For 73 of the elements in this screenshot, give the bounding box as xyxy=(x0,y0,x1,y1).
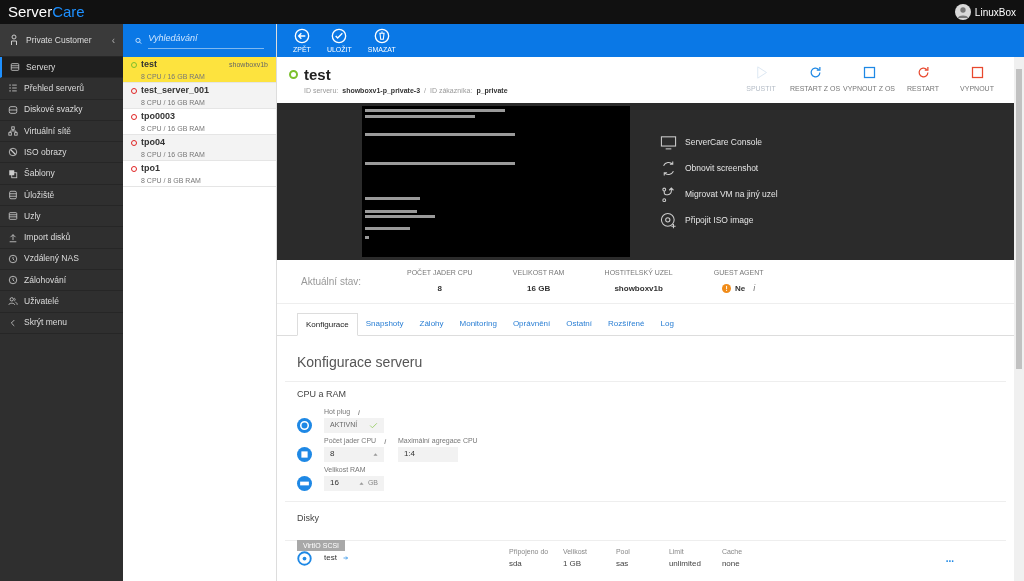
console-link[interactable]: Připojit ISO image xyxy=(660,212,778,229)
status-label: Aktuální stav: xyxy=(301,275,363,289)
tab[interactable]: Snapshoty xyxy=(357,312,412,335)
person-icon xyxy=(8,33,20,47)
number-field[interactable]: 8 xyxy=(324,446,384,462)
trash-icon xyxy=(373,27,390,44)
scrollbar[interactable] xyxy=(1014,57,1024,581)
server-icon xyxy=(8,211,18,222)
spinner-icon xyxy=(358,480,364,486)
warning-icon xyxy=(722,284,732,294)
column-value: sda xyxy=(508,557,523,570)
console-link[interactable]: Migrovat VM na jiný uzel xyxy=(660,186,778,203)
clock-icon xyxy=(8,275,18,286)
tab[interactable]: Oprávnění xyxy=(504,312,559,335)
info-icon[interactable]: i xyxy=(384,435,386,448)
tab[interactable]: Log xyxy=(652,312,682,335)
server-name: tpo0003 xyxy=(141,110,176,124)
search-field[interactable]: Vyhledávání xyxy=(148,32,264,49)
server-title: test xyxy=(304,64,331,85)
refresh-icon xyxy=(660,160,677,177)
user-name[interactable]: LinuxBox xyxy=(974,4,1016,20)
upload-icon xyxy=(8,232,18,243)
tab[interactable]: Monitoring xyxy=(451,312,505,335)
server-name: test_server_001 xyxy=(141,84,211,98)
search-icon xyxy=(135,36,143,45)
avatar-icon xyxy=(954,4,971,20)
info-icon[interactable]: i xyxy=(358,406,360,419)
console-link[interactable]: ServerCare Console xyxy=(660,134,778,151)
section-heading: Disky xyxy=(296,511,320,525)
customer-name[interactable]: Private Customer xyxy=(26,33,106,47)
layers-icon xyxy=(8,168,18,179)
users-icon xyxy=(8,296,18,307)
server-name: test xyxy=(141,58,158,72)
field-value: 16 GB xyxy=(527,282,551,295)
tab[interactable]: Zálohy xyxy=(411,312,452,335)
network-icon xyxy=(8,126,18,137)
tab[interactable]: Rozšířené xyxy=(600,312,653,335)
stop-icon xyxy=(861,65,877,81)
column-value: sas xyxy=(615,557,630,570)
server-name: tpo04 xyxy=(141,136,166,150)
section-title: Konfigurace serveru xyxy=(285,336,1006,382)
section-heading: CPU a RAM xyxy=(296,388,347,401)
field-value: 8 xyxy=(437,282,443,295)
tab[interactable]: Ostatní xyxy=(558,312,601,335)
select-field[interactable]: 1:4 xyxy=(397,446,458,462)
branch-icon xyxy=(660,186,677,203)
stop-icon xyxy=(969,65,985,81)
arrow-icon xyxy=(342,555,349,562)
column-value: 1 GB xyxy=(562,557,583,570)
console-link[interactable]: Obnovit screenshot xyxy=(660,160,778,177)
monitor-icon xyxy=(660,134,677,151)
column-value: none xyxy=(721,557,741,570)
list-icon xyxy=(8,83,18,94)
collapse-button[interactable]: ‹ xyxy=(111,32,115,48)
app-logo: ServerCare xyxy=(8,1,85,22)
database-icon xyxy=(8,189,18,200)
sidebar-item[interactable]: Servery xyxy=(0,57,123,79)
spinner-icon xyxy=(373,451,378,457)
column-value: unlimited xyxy=(668,557,702,570)
search-bar[interactable]: Vyhledávání xyxy=(123,24,276,57)
info-icon[interactable]: i xyxy=(753,282,756,296)
check-icon xyxy=(331,27,348,44)
more-button[interactable]: ... xyxy=(945,550,954,566)
clock-icon xyxy=(8,253,18,264)
server-icon xyxy=(10,62,20,73)
server-name: tpo1 xyxy=(141,162,161,176)
field-value: Ne xyxy=(735,282,746,295)
tab[interactable]: Konfigurace xyxy=(297,313,358,336)
field-value: showboxv1b xyxy=(614,282,663,295)
database-icon xyxy=(8,104,18,115)
disk-name[interactable]: test xyxy=(324,552,337,565)
back-icon xyxy=(293,27,310,44)
chevron-left-icon xyxy=(8,317,18,328)
